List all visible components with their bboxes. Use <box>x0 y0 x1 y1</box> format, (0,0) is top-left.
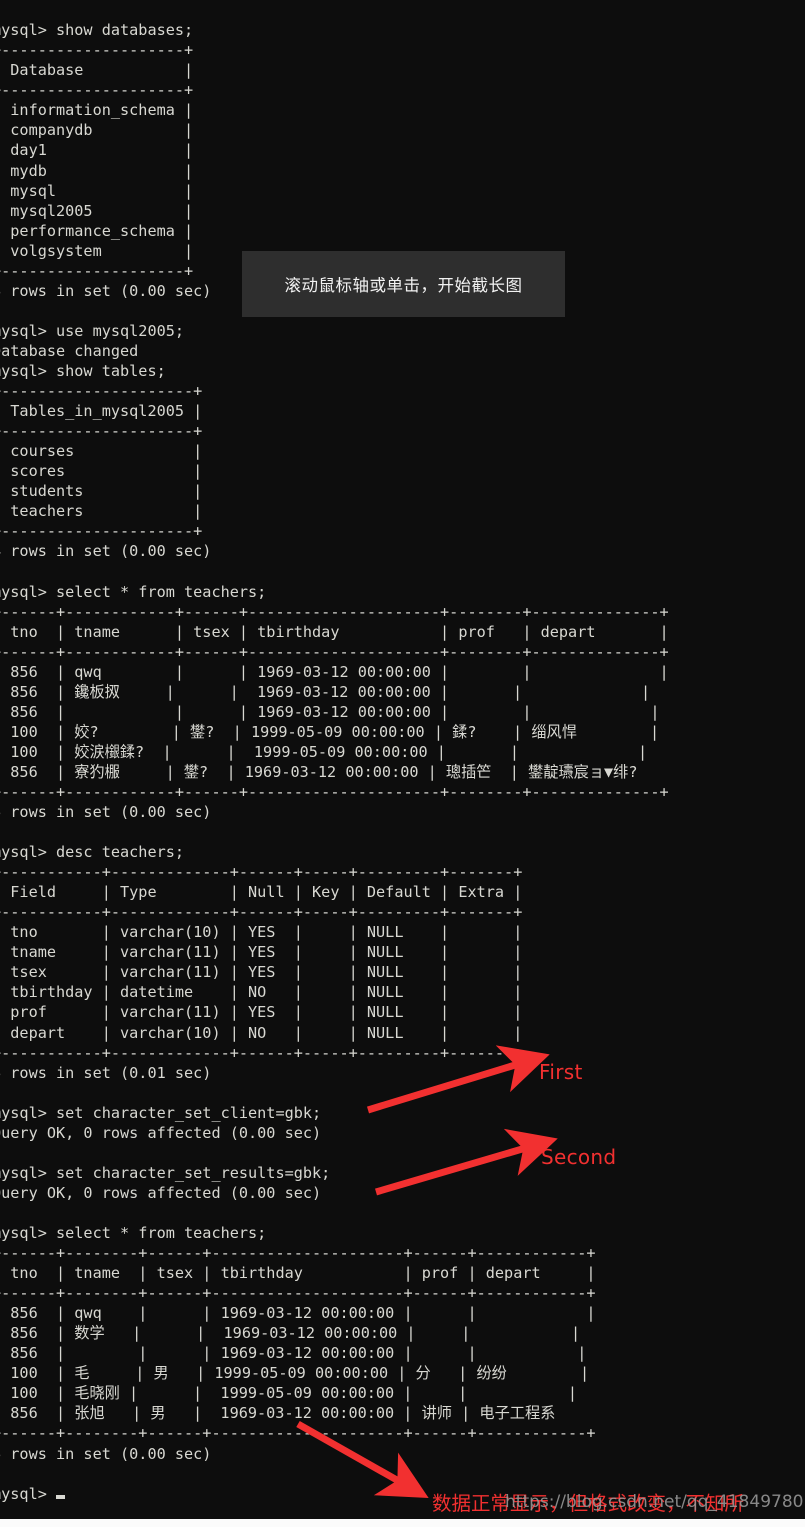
terminal-line: | Database | <box>0 61 194 80</box>
terminal-line: +-----------+-------------+------+-----+… <box>0 903 523 922</box>
terminal-line: Database changed <box>0 341 139 360</box>
screenshot-canvas: mysql> show databases; +-----------------… <box>0 0 805 1527</box>
csdn-watermark: https://blog.csdn.net/qq_41849780 <box>505 1492 804 1512</box>
terminal-line: mysql> desc teachers; <box>0 843 185 862</box>
terminal-line: | students | <box>0 482 203 501</box>
terminal-line: +------+--------+------+----------------… <box>0 1424 596 1443</box>
terminal-line: | 856 | 寮犳棴 | 鐢? | 1969-03-12 00:00:00 |… <box>0 762 638 781</box>
terminal-line: | performance_schema | <box>0 221 194 240</box>
terminal-line: | courses | <box>0 442 203 461</box>
terminal-line: +------+------------+------+------------… <box>0 602 669 621</box>
terminal-line: | 856 | qwq | | 1969-03-12 00:00:00 | | … <box>0 1304 596 1323</box>
terminal-line: mysql> select * from teachers; <box>0 1224 267 1242</box>
terminal-line: | tbirthday | datetime | NO | | NULL | | <box>0 983 523 1002</box>
terminal-line: | scores | <box>0 462 203 481</box>
terminal-line: | information_schema | <box>0 101 194 120</box>
terminal-line: +---------------------+ <box>0 422 203 441</box>
terminal-line: | mysql | <box>0 181 194 200</box>
terminal-line: | tsex | varchar(11) | YES | | NULL | | <box>0 963 523 982</box>
terminal-line: mysql> show databases; <box>0 21 194 40</box>
screen-capture-tooltip-label: 滚动鼠标轴或单击，开始截长图 <box>284 276 523 295</box>
terminal-line: | prof | varchar(11) | YES | | NULL | | <box>0 1003 523 1022</box>
terminal-line: | 856 | qwq | | 1969-03-12 00:00:00 | | … <box>0 662 669 681</box>
terminal-line: +------+--------+------+----------------… <box>0 1284 596 1303</box>
terminal-line: 6 rows in set (0.01 sec) <box>0 1063 212 1082</box>
terminal-line: 4 rows in set (0.00 sec) <box>0 542 212 561</box>
terminal-line: +-----------+-------------+------+-----+… <box>0 863 523 882</box>
terminal-line: | 100 | 姣? | 鐢? | 1999-05-09 00:00:00 | … <box>0 722 660 741</box>
terminal-line: +------+------------+------+------------… <box>0 642 669 661</box>
annotation-label-first: First <box>539 1060 583 1084</box>
terminal-line: | 856 | | | 1969-03-12 00:00:00 | | | <box>0 1344 587 1363</box>
terminal-line: | tno | varchar(10) | YES | | NULL | | <box>0 923 523 942</box>
terminal-line: mysql> use mysql2005; <box>0 321 185 340</box>
terminal-line: Query OK, 0 rows affected (0.00 sec) <box>0 1183 322 1202</box>
terminal-line: | teachers | <box>0 502 203 521</box>
terminal-line: +-----------+-------------+------+-----+… <box>0 1043 523 1062</box>
terminal-line: 6 rows in set (0.00 sec) <box>0 803 212 822</box>
screen-capture-tooltip[interactable]: 滚动鼠标轴或单击，开始截长图 <box>242 251 565 317</box>
terminal-line: | 856 | 鑱板㧐 | | 1969-03-12 00:00:00 | | … <box>0 682 651 701</box>
terminal-line: +---------------------+ <box>0 382 203 401</box>
terminal-line: +---------------------+ <box>0 522 203 541</box>
terminal-line: | tno | tname | tsex | tbirthday | prof … <box>0 1264 596 1283</box>
terminal-line: | companydb | <box>0 121 194 140</box>
terminal-line: +--------------------+ <box>0 41 194 60</box>
terminal-line: | Tables_in_mysql2005 | <box>0 402 203 421</box>
terminal-cursor <box>56 1494 66 1499</box>
terminal-line: Query OK, 0 rows affected (0.00 sec) <box>0 1123 322 1142</box>
terminal-line: mysql> show tables; <box>0 361 166 380</box>
terminal-line: +------+------------+------+------------… <box>0 782 669 801</box>
terminal-line: | 856 | | | 1969-03-12 00:00:00 | | | <box>0 702 660 721</box>
terminal-line: 6 rows in set (0.00 sec) <box>0 1444 212 1463</box>
annotation-label-second: Second <box>541 1145 617 1169</box>
terminal-line: | tname | varchar(11) | YES | | NULL | | <box>0 943 523 962</box>
terminal-line: | mydb | <box>0 161 194 180</box>
terminal-line: mysql> set character_set_client=gbk; <box>0 1103 322 1122</box>
terminal-line: | Field | Type | Null | Key | Default | … <box>0 883 523 902</box>
terminal-line: | depart | varchar(10) | NO | | NULL | | <box>0 1023 523 1042</box>
terminal-line: mysql> set character_set_results=gbk; <box>0 1163 331 1182</box>
terminal-line: +------+--------+------+----------------… <box>0 1244 596 1263</box>
terminal-line: | 100 | 毛 | 男 | 1999-05-09 00:00:00 | 分 … <box>0 1364 590 1383</box>
terminal-line: | 856 | 数学 | | 1969-03-12 00:00:00 | | | <box>0 1324 581 1343</box>
terminal-line: | mysql2005 | <box>0 201 194 220</box>
terminal-line: | day1 | <box>0 141 194 160</box>
terminal-line: | 100 | 毛晓刚 | | 1999-05-09 00:00:00 | | … <box>0 1384 578 1403</box>
terminal-line: +--------------------+ <box>0 81 194 100</box>
terminal-line: | 856 | 张旭 | 男 | 1969-03-12 00:00:00 | 讲… <box>0 1404 556 1423</box>
terminal-line: | tno | tname | tsex | tbirthday | prof … <box>0 622 669 641</box>
bottom-bar <box>0 1519 805 1527</box>
terminal-output[interactable]: mysql> show databases; +-----------------… <box>0 20 805 1503</box>
terminal-line: | 100 | 姣涙檭鍒? | | 1999-05-09 00:00:00 | … <box>0 742 648 761</box>
terminal-line: mysql> select * from teachers; <box>0 582 267 601</box>
